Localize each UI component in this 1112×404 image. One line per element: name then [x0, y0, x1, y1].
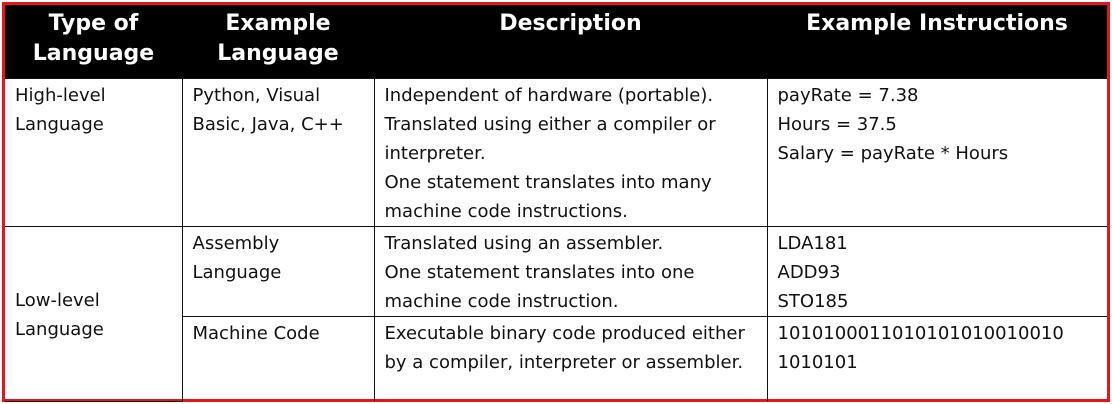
low-level-type-cell: Low-level Language: [5, 225, 183, 402]
high-level-description-cell: Independent of hardware (portable). Tran…: [373, 77, 768, 227]
header-example-language: Example Language: [182, 5, 374, 78]
machine-code-example-language-cell: Machine Code: [181, 315, 375, 401]
instruction-line: 1010100011010101010010010: [777, 322, 1064, 344]
header-type-of-language: Type of Language: [5, 5, 182, 78]
description-line: Translated using an assembler.: [384, 232, 664, 254]
description-line: Executable binary code produced either b…: [384, 322, 745, 373]
assembly-instructions-cell: LDA181 ADD93 STO185: [766, 225, 1107, 317]
instruction-line: 1010101: [777, 351, 858, 373]
header-example-instructions: Example Instructions: [767, 5, 1107, 78]
high-level-instructions-cell: payRate = 7.38 Hours = 37.5 Salary = pay…: [766, 77, 1107, 227]
instruction-line: Hours = 37.5: [777, 113, 897, 135]
header-description: Description: [374, 5, 767, 78]
instruction-line: LDA181: [777, 232, 848, 254]
assembly-example-language-cell: Assembly Language: [181, 225, 375, 317]
high-level-example-language-cell: Python, Visual Basic, Java, C++: [181, 77, 375, 227]
instruction-line: Salary = payRate * Hours: [777, 142, 1009, 164]
description-line: Independent of hardware (portable).: [384, 84, 714, 106]
instruction-line: payRate = 7.38: [777, 84, 919, 106]
description-line: Translated using either a compiler or in…: [384, 113, 716, 164]
description-line: One statement translates into many machi…: [384, 171, 712, 222]
high-level-type-cell: High-level Language: [5, 77, 183, 227]
instruction-line: STO185: [777, 290, 849, 312]
instruction-line: ADD93: [777, 261, 841, 283]
table-frame: Type of Language Example Language Descri…: [2, 2, 1110, 402]
table-row: High-level Language Python, Visual Basic…: [5, 77, 1107, 227]
description-line: One statement translates into one machin…: [384, 261, 695, 312]
assembly-description-cell: Translated using an assembler. One state…: [373, 225, 768, 317]
table-row: Low-level Language Assembly Language Tra…: [5, 225, 1107, 402]
language-comparison-table: Type of Language Example Language Descri…: [5, 5, 1107, 402]
machine-code-instructions-cell: 1010100011010101010010010 1010101: [766, 315, 1107, 401]
header-row: Type of Language Example Language Descri…: [5, 5, 1107, 78]
machine-code-description-cell: Executable binary code produced either b…: [373, 315, 768, 401]
